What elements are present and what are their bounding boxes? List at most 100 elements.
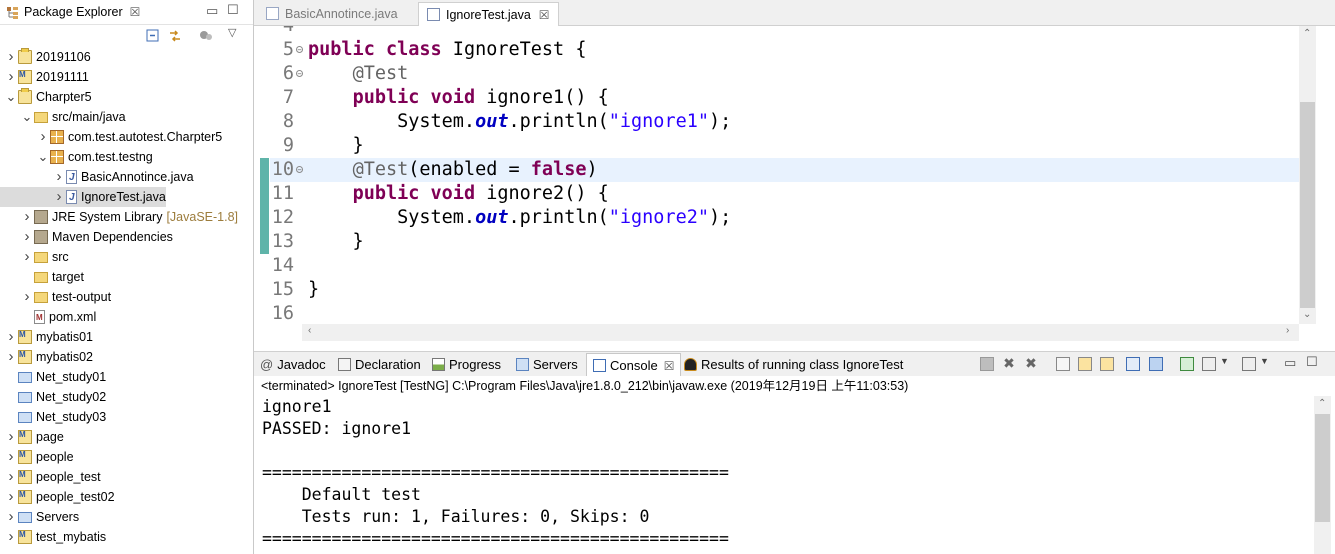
minimize-icon[interactable]: ▭ <box>206 3 218 19</box>
remove-all-launches-icon[interactable]: ✖ <box>1024 356 1038 371</box>
view-menu-icon[interactable]: ▽ <box>228 26 236 39</box>
close-icon[interactable]: ☒ <box>130 5 141 19</box>
code-line[interactable]: 14 <box>270 254 1316 278</box>
tree-item[interactable]: pom.xml <box>0 307 96 328</box>
tree-item[interactable]: ⌄ src/main/java <box>0 107 126 127</box>
code-line[interactable]: 5− public class IgnoreTest { <box>270 38 1316 62</box>
console-scroll-thumb[interactable] <box>1315 414 1330 522</box>
collapsed-twisty-icon[interactable]: › <box>6 487 16 507</box>
tab-servers[interactable]: Servers <box>516 352 578 376</box>
terminate-icon[interactable] <box>980 357 994 371</box>
collapsed-twisty-icon[interactable]: › <box>54 187 64 207</box>
tree-item[interactable]: › test_mybatis <box>0 525 107 547</box>
code-editor[interactable]: 45−public class IgnoreTest {6− @Test7 pu… <box>254 26 1335 344</box>
fold-toggle-icon[interactable]: − <box>296 166 303 174</box>
fold-toggle-icon[interactable]: − <box>296 46 303 54</box>
editor-tab-ignoretest[interactable]: IgnoreTest.java ☒ <box>418 2 559 26</box>
collapsed-twisty-icon[interactable]: › <box>6 447 16 467</box>
tree-item[interactable]: › mybatis01 <box>0 325 93 347</box>
tree-item[interactable]: ⌄ Charpter5 <box>0 87 92 107</box>
code-line[interactable]: 6− @Test <box>270 62 1316 86</box>
tree-item[interactable]: › com.test.autotest.Charpter5 <box>0 127 223 147</box>
scroll-up-icon[interactable]: ⌃ <box>1303 28 1311 39</box>
close-icon[interactable]: ☒ <box>664 359 675 373</box>
collapsed-twisty-icon[interactable]: › <box>6 507 16 527</box>
tree-item[interactable]: › IgnoreTest.java <box>0 187 166 208</box>
tree-item[interactable]: › page <box>0 425 64 447</box>
chevron-down-icon[interactable]: ▼ <box>1260 356 1269 366</box>
tree-item[interactable]: › people_test02 <box>0 485 115 507</box>
collapsed-twisty-icon[interactable]: › <box>6 467 16 487</box>
code-line[interactable]: 12 System.out.println("ignore2"); <box>270 206 1316 230</box>
code-line[interactable]: 10− @Test(enabled = false) <box>270 158 1316 182</box>
collapsed-twisty-icon[interactable]: › <box>22 207 32 227</box>
code-line[interactable]: 11 public void ignore2() { <box>270 182 1316 206</box>
pin-console-icon[interactable] <box>1149 357 1163 371</box>
collapsed-twisty-icon[interactable]: › <box>22 287 32 307</box>
code-line[interactable]: 13 } <box>270 230 1316 254</box>
collapsed-twisty-icon[interactable]: › <box>6 67 16 87</box>
collapsed-twisty-icon[interactable]: › <box>54 167 64 187</box>
maximize-icon[interactable]: ☐ <box>227 2 239 18</box>
tree-item[interactable]: Net_study02 <box>0 387 106 407</box>
close-icon[interactable]: ☒ <box>539 8 550 22</box>
expanded-twisty-icon[interactable]: ⌄ <box>6 87 17 107</box>
tree-item[interactable]: › JRE System Library [JavaSE-1.8] <box>0 207 239 227</box>
remove-launch-icon[interactable]: ✖ <box>1002 356 1016 371</box>
fold-toggle-icon[interactable]: − <box>296 70 303 78</box>
tree-item[interactable]: › Maven Dependencies <box>0 227 173 247</box>
tab-console[interactable]: Console ☒ <box>586 353 682 377</box>
collapsed-twisty-icon[interactable]: › <box>6 527 16 547</box>
tree-item[interactable]: › BasicAnnotince.java <box>0 167 194 188</box>
code-line[interactable]: 8 System.out.println("ignore1"); <box>270 110 1316 134</box>
scroll-lock-icon[interactable] <box>1078 357 1092 371</box>
code-line[interactable]: 16 <box>270 302 1316 326</box>
scroll-up-icon[interactable]: ⌃ <box>1318 398 1326 409</box>
tree-item[interactable]: › test-output <box>0 287 112 307</box>
tree-item[interactable]: Net_study03 <box>0 407 106 427</box>
chevron-down-icon[interactable]: ▼ <box>1220 356 1229 366</box>
scroll-left-icon[interactable]: ‹ <box>308 325 311 336</box>
open-console-icon[interactable] <box>1242 357 1256 371</box>
tree-item[interactable]: ⌄ com.test.testng <box>0 147 153 167</box>
code-line[interactable]: 9 } <box>270 134 1316 158</box>
tree-item[interactable]: › 20191111 <box>0 65 89 87</box>
expanded-twisty-icon[interactable]: ⌄ <box>38 147 49 167</box>
minimize-icon[interactable]: ▭ <box>1284 355 1296 371</box>
tree-item[interactable]: › people <box>0 445 74 467</box>
collapsed-twisty-icon[interactable]: › <box>38 127 48 147</box>
tree-item[interactable]: Net_study01 <box>0 367 106 387</box>
tab-progress[interactable]: Progress <box>432 352 501 376</box>
editor-tab-basicannotince[interactable]: BasicAnnotince.java <box>258 2 406 25</box>
collapse-all-icon[interactable] <box>146 29 160 43</box>
code-line[interactable]: 4 <box>270 26 1316 38</box>
collapsed-twisty-icon[interactable]: › <box>6 347 16 367</box>
display-console-icon[interactable] <box>1202 357 1216 371</box>
code-line[interactable]: 15} <box>270 278 1316 302</box>
expanded-twisty-icon[interactable]: ⌄ <box>22 107 33 127</box>
tab-declaration[interactable]: Declaration <box>338 352 421 376</box>
new-console-icon[interactable] <box>1180 357 1194 371</box>
word-wrap-icon[interactable] <box>1100 357 1114 371</box>
tab-javadoc[interactable]: @ Javadoc <box>260 352 326 376</box>
collapsed-twisty-icon[interactable]: › <box>6 427 16 447</box>
collapsed-twisty-icon[interactable]: › <box>6 327 16 347</box>
maximize-icon[interactable]: ☐ <box>1306 354 1318 370</box>
focus-icon[interactable] <box>199 29 213 43</box>
collapsed-twisty-icon[interactable]: › <box>22 227 32 247</box>
collapsed-twisty-icon[interactable]: › <box>22 247 32 267</box>
editor-horizontal-scrollbar[interactable]: ‹ › <box>302 324 1299 341</box>
tree-item[interactable]: › Servers <box>0 507 80 527</box>
clear-console-icon[interactable] <box>1056 357 1070 371</box>
tree-item[interactable]: › people_test <box>0 465 101 487</box>
tree-item[interactable]: target <box>0 267 84 287</box>
package-explorer-tab[interactable]: Package Explorer ☒ <box>0 0 146 24</box>
code-line[interactable]: 7 public void ignore1() { <box>270 86 1316 110</box>
tree-item[interactable]: › mybatis02 <box>0 345 93 367</box>
link-with-editor-icon[interactable] <box>168 29 182 43</box>
scroll-down-icon[interactable]: ⌄ <box>1303 309 1311 320</box>
show-on-output-icon[interactable] <box>1126 357 1140 371</box>
scroll-right-icon[interactable]: › <box>1286 325 1289 336</box>
console-output[interactable]: ignore1 PASSED: ignore1 ==================… <box>254 396 1314 554</box>
tree-item[interactable]: › 20191106 <box>0 47 91 67</box>
